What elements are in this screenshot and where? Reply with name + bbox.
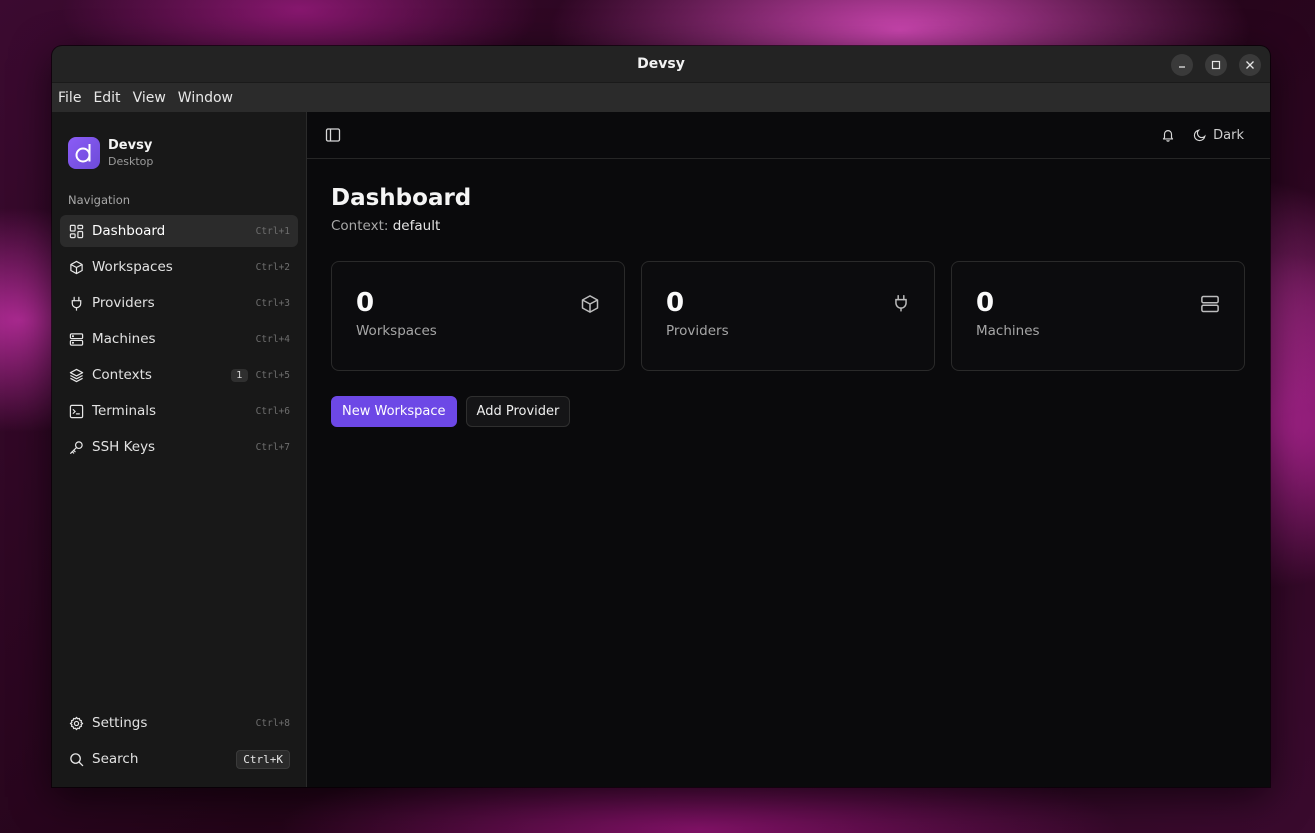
server-icon: [1200, 294, 1220, 318]
terminal-icon: [68, 403, 84, 419]
search-icon: [68, 751, 84, 767]
context-label: Context:: [331, 218, 389, 234]
app-window: Devsy File Edit View Window Devsy Deskto…: [52, 46, 1270, 787]
menu-file[interactable]: File: [58, 90, 81, 106]
sidebar-item-ssh-keys[interactable]: SSH Keys Ctrl+7: [60, 431, 298, 463]
count-badge: 1: [231, 368, 248, 382]
stats-row: 0 Workspaces 0 Providers 0 Machines: [331, 261, 1246, 371]
context-line: Context: default: [331, 218, 1246, 234]
theme-toggle-button[interactable]: Dark: [1193, 128, 1252, 143]
main-panel: Dark Dashboard Context: default 0 Worksp…: [307, 112, 1270, 787]
sidebar-item-label: SSH Keys: [92, 439, 156, 455]
top-bar: Dark: [307, 112, 1270, 159]
sidebar-item-label: Workspaces: [92, 259, 173, 275]
sidebar-item-machines[interactable]: Machines Ctrl+4: [60, 323, 298, 355]
nav-list: Dashboard Ctrl+1 Workspaces Ctrl+2 Provi…: [52, 215, 306, 467]
stat-value: 0: [976, 288, 995, 318]
sidebar-item-label: Terminals: [92, 403, 157, 419]
sidebar-toggle-icon: [325, 128, 341, 142]
stat-label: Providers: [666, 323, 729, 339]
stat-card-providers: 0 Providers: [641, 261, 935, 371]
shortcut-hint: Ctrl+4: [255, 333, 290, 345]
brand: Devsy Desktop: [52, 112, 306, 178]
sidebar-item-label: Providers: [92, 295, 155, 311]
gear-icon: [68, 715, 84, 731]
new-workspace-button[interactable]: New Workspace: [331, 396, 457, 427]
sidebar-item-dashboard[interactable]: Dashboard Ctrl+1: [60, 215, 298, 247]
menu-edit[interactable]: Edit: [93, 90, 120, 106]
brand-subtitle: Desktop: [108, 155, 154, 168]
plug-icon: [68, 295, 84, 311]
shortcut-hint: Ctrl+8: [255, 717, 290, 729]
bell-icon: [1163, 130, 1174, 142]
maximize-icon: [1211, 60, 1221, 70]
sidebar-item-terminals[interactable]: Terminals Ctrl+6: [60, 395, 298, 427]
menu-window[interactable]: Window: [178, 90, 233, 106]
menu-view[interactable]: View: [133, 90, 166, 106]
window-controls: [1171, 54, 1261, 76]
menu-bar: File Edit View Window: [52, 83, 1270, 112]
brand-name: Devsy: [108, 138, 153, 153]
window-title: Devsy: [637, 56, 685, 72]
sidebar-item-workspaces[interactable]: Workspaces Ctrl+2: [60, 251, 298, 283]
brand-logo: [68, 137, 100, 169]
stat-card-machines: 0 Machines: [951, 261, 1245, 371]
shortcut-hint: Ctrl+2: [255, 261, 290, 273]
minimize-icon: [1179, 66, 1185, 68]
close-icon: [1246, 61, 1254, 69]
shortcut-hint: Ctrl+5: [255, 369, 290, 381]
stat-label: Workspaces: [356, 323, 437, 339]
sidebar-item-label: Settings: [92, 715, 148, 731]
sidebar-item-search[interactable]: Search Ctrl+K: [60, 743, 298, 775]
sidebar-toggle-button[interactable]: [325, 127, 341, 143]
sidebar-item-label: Dashboard: [92, 223, 166, 239]
shortcut-hint: Ctrl+3: [255, 297, 290, 309]
close-button[interactable]: [1239, 54, 1261, 76]
shortcut-hint: Ctrl+1: [255, 225, 290, 237]
notifications-button[interactable]: [1161, 128, 1175, 142]
keyboard-shortcut: Ctrl+K: [236, 749, 290, 769]
sidebar-item-label: Contexts: [92, 367, 152, 383]
cube-icon: [580, 294, 600, 318]
stat-value: 0: [356, 288, 375, 318]
sidebar-item-providers[interactable]: Providers Ctrl+3: [60, 287, 298, 319]
layers-icon: [68, 367, 84, 383]
sidebar-item-label: Search: [92, 751, 139, 767]
key-icon: [68, 439, 84, 455]
add-provider-button[interactable]: Add Provider: [465, 396, 571, 427]
page-title: Dashboard: [331, 185, 472, 211]
cube-icon: [68, 259, 84, 275]
moon-icon: [1193, 129, 1206, 142]
nav-heading: Navigation: [68, 193, 131, 207]
plug-icon: [892, 294, 910, 316]
sidebar-item-label: Machines: [92, 331, 156, 347]
actions-row: New Workspace Add Provider: [331, 396, 1246, 427]
theme-label: Dark: [1213, 127, 1244, 143]
stat-value: 0: [666, 288, 685, 318]
sidebar-item-contexts[interactable]: Contexts 1 Ctrl+5: [60, 359, 298, 391]
sidebar-footer: Settings Ctrl+8 Search Ctrl+K: [52, 707, 306, 779]
dashboard-icon: [68, 223, 84, 239]
maximize-button[interactable]: [1205, 54, 1227, 76]
stat-card-workspaces: 0 Workspaces: [331, 261, 625, 371]
title-bar: Devsy: [52, 46, 1270, 83]
context-value: default: [392, 218, 441, 234]
shortcut-hint: Ctrl+7: [255, 441, 290, 453]
minimize-button[interactable]: [1171, 54, 1193, 76]
sidebar-item-settings[interactable]: Settings Ctrl+8: [60, 707, 298, 739]
devsy-logo-icon: [75, 144, 91, 163]
server-icon: [68, 331, 84, 347]
sidebar: Devsy Desktop Navigation Dashboard Ctrl+…: [52, 112, 307, 787]
shortcut-hint: Ctrl+6: [255, 405, 290, 417]
dashboard-content: Dashboard Context: default 0 Workspaces: [307, 159, 1270, 453]
stat-label: Machines: [976, 323, 1040, 339]
